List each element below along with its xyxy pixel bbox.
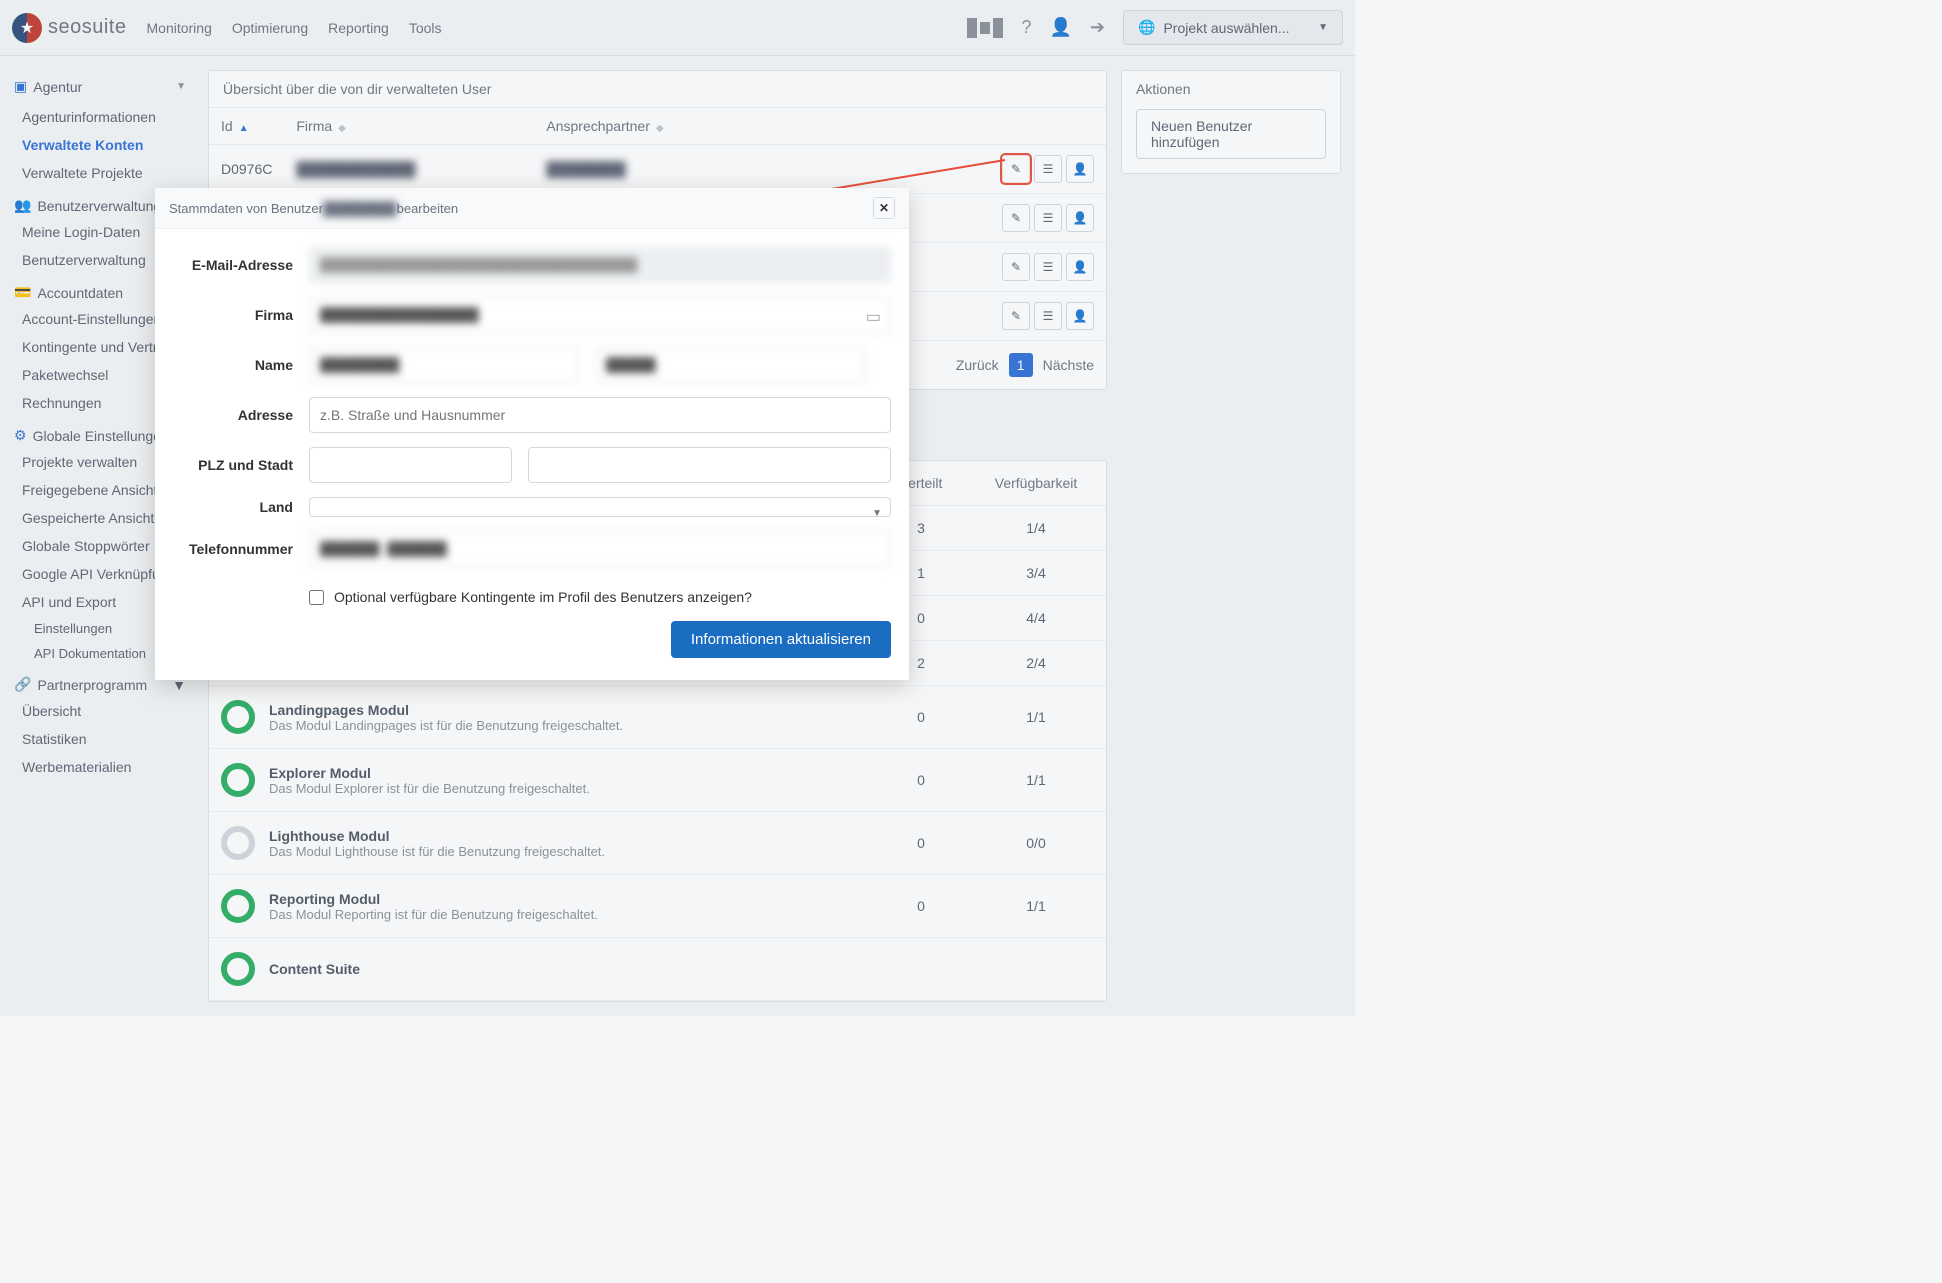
- label-plz: PLZ und Stadt: [173, 457, 293, 473]
- firstname-input[interactable]: [309, 347, 579, 383]
- edit-user-modal: Stammdaten von Benutzer ████████ bearbei…: [155, 188, 909, 680]
- label-name: Name: [173, 357, 293, 373]
- modal-title-user: ████████: [323, 201, 397, 216]
- checkbox-label: Optional verfügbare Kontingente im Profi…: [334, 589, 752, 605]
- optional-quota-checkbox[interactable]: [309, 590, 324, 605]
- lastname-input[interactable]: [595, 347, 865, 383]
- close-button[interactable]: ✕: [873, 197, 895, 219]
- label-firma: Firma: [173, 307, 293, 323]
- label-phone: Telefonnummer: [173, 541, 293, 557]
- submit-button[interactable]: Informationen aktualisieren: [671, 621, 891, 658]
- address-input[interactable]: [309, 397, 891, 433]
- label-land: Land: [173, 499, 293, 515]
- email-input: [309, 247, 891, 283]
- firma-input[interactable]: [309, 297, 891, 333]
- label-adresse: Adresse: [173, 407, 293, 423]
- modal-title-suffix: bearbeiten: [397, 201, 458, 216]
- city-input[interactable]: [528, 447, 891, 483]
- country-select[interactable]: ▼: [309, 497, 891, 517]
- plz-input[interactable]: [309, 447, 512, 483]
- label-email: E-Mail-Adresse: [173, 257, 293, 273]
- phone-input[interactable]: [309, 531, 891, 567]
- modal-body: E-Mail-Adresse Firma ▭ Name Adresse PLZ …: [155, 229, 909, 680]
- chevron-down-icon: ▼: [872, 508, 882, 519]
- contact-card-icon: ▭: [866, 307, 881, 327]
- modal-header: Stammdaten von Benutzer ████████ bearbei…: [155, 188, 909, 229]
- modal-title-prefix: Stammdaten von Benutzer: [169, 201, 323, 216]
